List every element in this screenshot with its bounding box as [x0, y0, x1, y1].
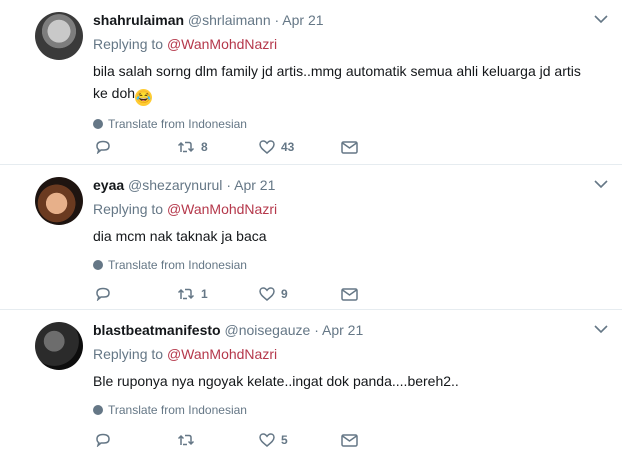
tweet-text-line: dia mcm nak taknak ja baca [93, 228, 267, 244]
like-button[interactable]: 9 [259, 287, 341, 301]
translate-link[interactable]: Translate from Indonesian [93, 257, 602, 273]
retweet-button[interactable] [177, 433, 259, 447]
replying-to: Replying to @WanMohdNazri [93, 344, 602, 364]
tweet-text-line: bila salah sorng dlm family jd artis..mm… [93, 63, 581, 79]
avatar[interactable] [35, 322, 83, 370]
timestamp[interactable]: Apr 21 [322, 322, 363, 338]
reply-button[interactable] [95, 140, 177, 154]
globe-icon [93, 260, 103, 270]
tweet-text: bila salah sorng dlm family jd artis..mm… [93, 60, 602, 106]
user-name[interactable]: blastbeatmanifesto [93, 322, 221, 338]
user-name[interactable]: eyaa [93, 177, 124, 193]
mention-link[interactable]: @WanMohdNazri [167, 36, 277, 52]
like-count: 5 [281, 433, 288, 447]
retweet-count: 1 [201, 287, 208, 301]
dm-button[interactable] [341, 287, 423, 301]
globe-icon [93, 405, 103, 415]
translate-label[interactable]: Translate from Indonesian [108, 402, 247, 418]
tweet-text: Ble ruponya nya ngoyak kelate..ingat dok… [93, 370, 602, 392]
laughing-emoji-icon: 😂 [135, 89, 153, 106]
envelope-icon [341, 287, 358, 301]
tweet-text-line: ke doh [93, 85, 136, 101]
reply-icon [96, 287, 110, 301]
translate-link[interactable]: Translate from Indonesian [93, 116, 602, 132]
separator-dot: · [274, 12, 280, 28]
tweet-text-line: Ble ruponya nya ngoyak kelate..ingat dok… [93, 373, 459, 389]
dm-button[interactable] [341, 140, 423, 154]
envelope-icon [341, 433, 358, 447]
translate-link[interactable]: Translate from Indonesian [93, 402, 602, 418]
retweet-count: 8 [201, 140, 208, 154]
tweet-header: eyaa @shezarynurul · Apr 21 [93, 175, 602, 195]
like-button[interactable]: 5 [259, 433, 341, 447]
tweet-text: dia mcm nak taknak ja baca [93, 225, 602, 247]
separator-dot: · [314, 322, 319, 338]
user-handle[interactable]: @shezarynurul [128, 177, 222, 193]
like-count: 43 [281, 140, 295, 154]
envelope-icon [341, 140, 358, 154]
tweet[interactable]: eyaa @shezarynurul · Apr 21 Replying to … [0, 165, 622, 310]
like-button[interactable]: 43 [259, 140, 341, 154]
retweet-icon [177, 288, 195, 300]
tweet-actions: 5 [95, 433, 423, 447]
tweet[interactable]: shahrulaiman @shrlaimann · Apr 21 Replyi… [0, 0, 622, 165]
reply-icon [96, 140, 110, 154]
retweet-icon [177, 141, 195, 153]
reply-button[interactable] [95, 287, 177, 301]
reply-button[interactable] [95, 433, 177, 447]
replying-to: Replying to @WanMohdNazri [93, 199, 602, 219]
replying-prefix: Replying to [93, 36, 164, 52]
replying-prefix: Replying to [93, 346, 164, 362]
tweet[interactable]: blastbeatmanifesto @noisegauze · Apr 21 … [0, 310, 622, 453]
heart-icon [259, 140, 275, 154]
timestamp[interactable]: Apr 21 [282, 12, 323, 28]
globe-icon [93, 119, 103, 129]
tweet-header: blastbeatmanifesto @noisegauze · Apr 21 [93, 320, 602, 340]
tweet-actions: 1 9 [95, 287, 423, 301]
timestamp[interactable]: Apr 21 [234, 177, 275, 193]
heart-icon [259, 287, 275, 301]
heart-icon [259, 433, 275, 447]
translate-label[interactable]: Translate from Indonesian [108, 257, 247, 273]
avatar[interactable] [35, 177, 83, 225]
mention-link[interactable]: @WanMohdNazri [167, 201, 277, 217]
replying-prefix: Replying to [93, 201, 164, 217]
user-name[interactable]: shahrulaiman [93, 12, 184, 28]
separator-dot: · [226, 177, 231, 193]
avatar[interactable] [35, 12, 83, 60]
user-handle[interactable]: @noisegauze [224, 322, 310, 338]
user-handle[interactable]: @shrlaimann [188, 12, 271, 28]
retweet-button[interactable]: 8 [177, 140, 259, 154]
reply-icon [96, 433, 110, 447]
tweet-header: shahrulaiman @shrlaimann · Apr 21 [93, 10, 602, 30]
mention-link[interactable]: @WanMohdNazri [167, 346, 277, 362]
replying-to: Replying to @WanMohdNazri [93, 34, 602, 54]
translate-label[interactable]: Translate from Indonesian [108, 116, 247, 132]
retweet-button[interactable]: 1 [177, 287, 259, 301]
tweet-actions: 8 43 [95, 140, 423, 154]
dm-button[interactable] [341, 433, 423, 447]
retweet-icon [177, 434, 195, 446]
like-count: 9 [281, 287, 288, 301]
